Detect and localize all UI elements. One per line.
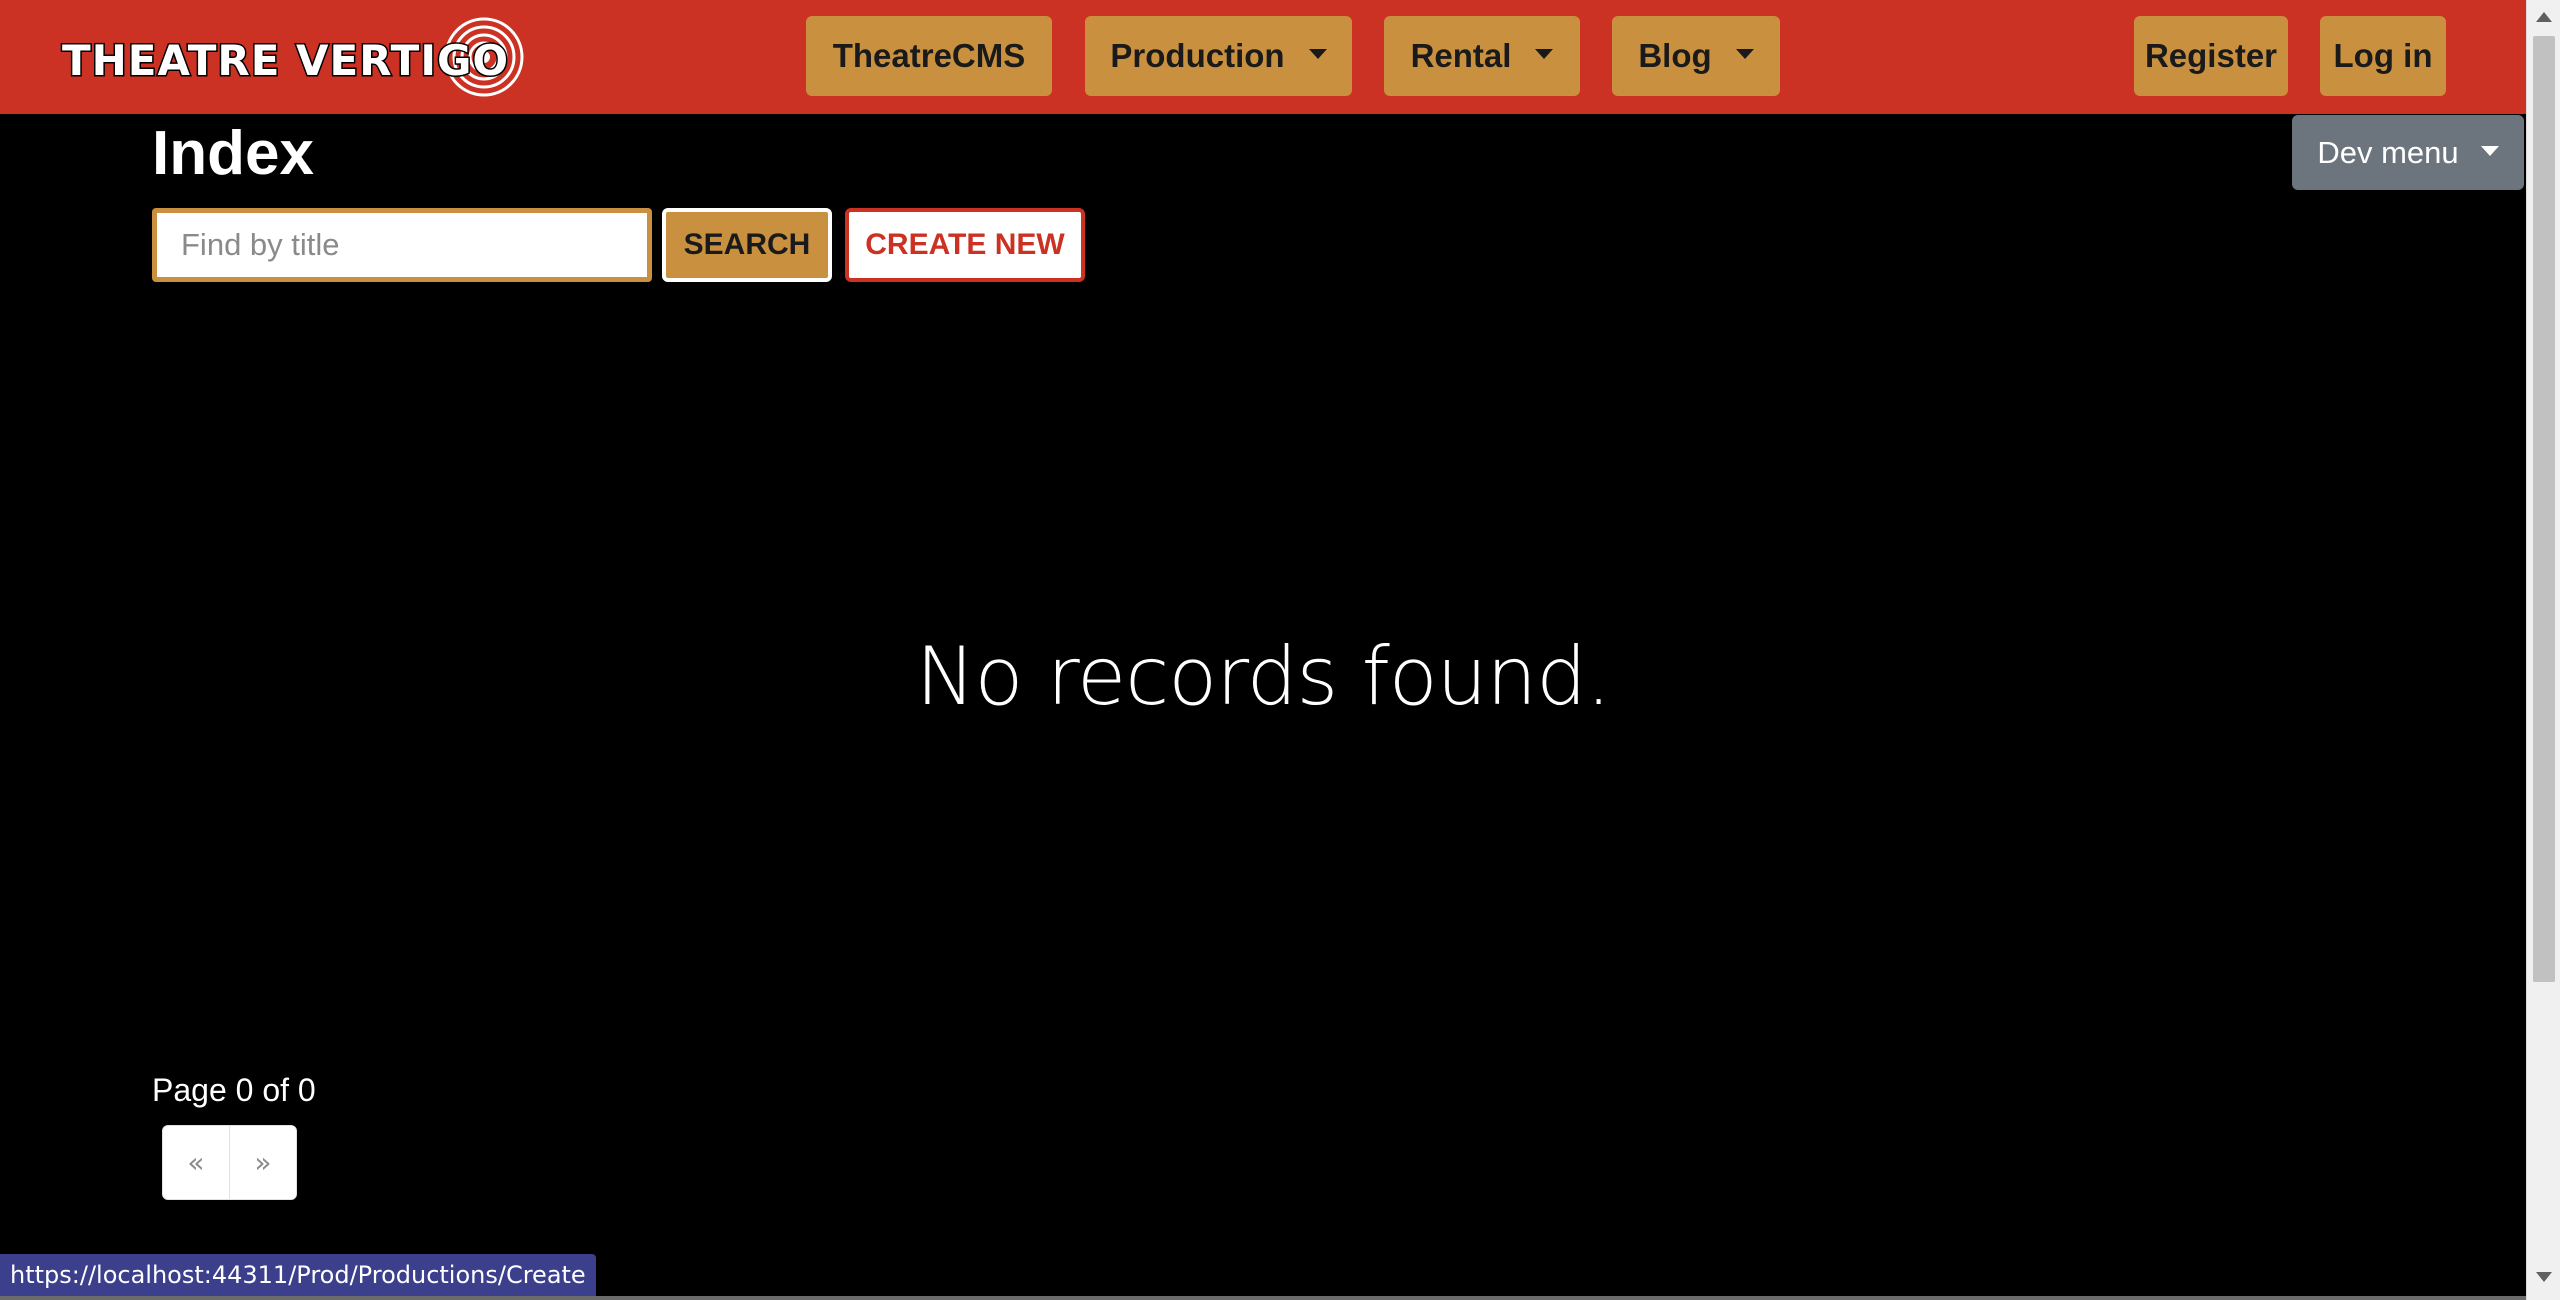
empty-state-message: No records found. — [915, 630, 1612, 723]
previous-page-button[interactable]: « — [163, 1126, 229, 1199]
next-page-button[interactable]: » — [229, 1126, 296, 1199]
vertical-scrollbar[interactable] — [2526, 0, 2560, 1300]
top-navbar: THEATRE VERTIGO TheatreCMS Production Re… — [0, 0, 2526, 114]
search-input[interactable] — [152, 208, 652, 282]
nav-theatrecms-button[interactable]: TheatreCMS — [806, 16, 1052, 96]
chevron-down-icon — [2480, 145, 2499, 156]
nav-production-label: Production — [1110, 37, 1285, 74]
register-button[interactable]: Register — [2134, 16, 2288, 96]
scroll-down-icon[interactable] — [2536, 1272, 2552, 1282]
nav-rental-label: Rental — [1410, 37, 1512, 74]
login-button[interactable]: Log in — [2320, 16, 2446, 96]
pagination-controls: « » — [162, 1125, 297, 1200]
theatre-vertigo-logo[interactable]: THEATRE VERTIGO — [60, 14, 524, 100]
dev-menu-dropdown[interactable]: Dev menu — [2292, 115, 2524, 190]
nav-blog-dropdown[interactable]: Blog — [1612, 16, 1780, 96]
nav-rental-dropdown[interactable]: Rental — [1384, 16, 1580, 96]
nav-blog-label: Blog — [1638, 37, 1712, 74]
chevron-down-icon — [1735, 49, 1754, 59]
page-title: Index — [152, 119, 314, 188]
chevron-down-icon — [1308, 49, 1327, 59]
status-bar-url: https://localhost:44311/Prod/Productions… — [0, 1254, 596, 1296]
pagination-summary: Page 0 of 0 — [152, 1072, 316, 1108]
scroll-up-icon[interactable] — [2536, 12, 2552, 22]
login-label: Log in — [2333, 37, 2433, 74]
nav-theatrecms-label: TheatreCMS — [832, 37, 1026, 74]
chevron-down-icon — [1535, 49, 1554, 59]
register-label: Register — [2144, 37, 2278, 74]
nav-production-dropdown[interactable]: Production — [1085, 16, 1352, 96]
dev-menu-label: Dev menu — [2317, 134, 2459, 170]
search-button[interactable]: SEARCH — [662, 208, 832, 282]
logo-text: THEATRE VERTIGO — [60, 35, 510, 87]
create-new-button[interactable]: CREATE NEW — [845, 208, 1085, 282]
scrollbar-thumb[interactable] — [2533, 36, 2555, 982]
window-bottom-edge — [0, 1296, 2526, 1300]
